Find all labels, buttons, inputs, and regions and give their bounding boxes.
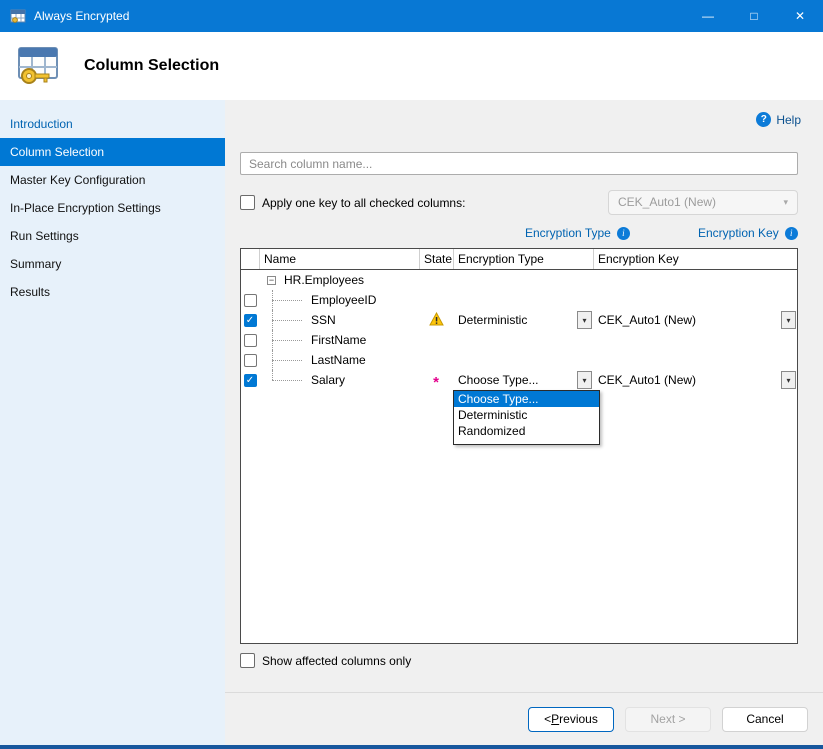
grid-header-row: Name State Encryption Type Encryption Ke… bbox=[241, 249, 797, 270]
column-row-firstname[interactable]: FirstName bbox=[241, 330, 797, 350]
show-affected-row: Show affected columns only bbox=[240, 653, 411, 668]
apply-one-key-checkbox[interactable] bbox=[240, 195, 255, 210]
table-key-icon bbox=[14, 42, 62, 90]
encryption-type-dropdown-button[interactable] bbox=[577, 311, 592, 329]
always-encrypted-window: Always Encrypted — □ ✕ Column Selection bbox=[0, 0, 823, 749]
column-name: FirstName bbox=[311, 333, 366, 347]
column-row-ssn[interactable]: SSN Deterministic bbox=[241, 310, 797, 330]
table-group-row[interactable]: HR.Employees bbox=[241, 270, 797, 290]
apply-key-value: CEK_Auto1 (New) bbox=[618, 195, 716, 209]
info-icon[interactable] bbox=[617, 227, 630, 240]
close-button[interactable]: ✕ bbox=[777, 0, 823, 32]
grid-header-encryption-type: Encryption Type bbox=[453, 249, 593, 269]
column-name: Salary bbox=[311, 373, 345, 387]
wizard-body: Introduction Column Selection Master Key… bbox=[0, 100, 823, 745]
column-selection-panel: Help Apply one key to all checked column… bbox=[225, 100, 823, 745]
dropdown-option-randomized[interactable]: Randomized bbox=[454, 423, 599, 439]
column-name: SSN bbox=[311, 313, 336, 327]
sidebar-item-in-place-encryption-settings[interactable]: In-Place Encryption Settings bbox=[0, 194, 225, 222]
help-label: Help bbox=[776, 113, 801, 127]
column-checkbox[interactable] bbox=[244, 334, 257, 347]
encryption-type-dropdown-button[interactable] bbox=[577, 371, 592, 389]
encryption-key-dropdown-button[interactable] bbox=[781, 371, 796, 389]
apply-one-key-label: Apply one key to all checked columns: bbox=[262, 196, 465, 210]
grid-header-encryption-key: Encryption Key bbox=[593, 249, 797, 269]
page-title: Column Selection bbox=[84, 57, 219, 75]
apply-one-key-row: Apply one key to all checked columns: bbox=[240, 195, 465, 210]
column-checkbox[interactable] bbox=[244, 294, 257, 307]
search-column-input[interactable] bbox=[240, 152, 798, 175]
grid-header-checkbox-col bbox=[241, 249, 259, 269]
dropdown-option-deterministic[interactable]: Deterministic bbox=[454, 407, 599, 423]
encryption-type-link-label: Encryption Type bbox=[525, 226, 611, 240]
wizard-steps-sidebar: Introduction Column Selection Master Key… bbox=[0, 100, 225, 745]
info-icon[interactable] bbox=[785, 227, 798, 240]
sidebar-item-column-selection[interactable]: Column Selection bbox=[0, 138, 225, 166]
maximize-button[interactable]: □ bbox=[731, 0, 777, 32]
column-name: LastName bbox=[311, 353, 366, 367]
wizard-footer: < Previous Next > Cancel bbox=[225, 692, 823, 745]
column-row-employeeid[interactable]: EmployeeID bbox=[241, 290, 797, 310]
window-title: Always Encrypted bbox=[34, 9, 129, 23]
column-checkbox[interactable] bbox=[244, 314, 257, 327]
chevron-down-icon bbox=[783, 191, 788, 214]
dropdown-option-choose-type[interactable]: Choose Type... bbox=[454, 391, 599, 407]
encryption-key-link[interactable]: Encryption Key bbox=[698, 226, 798, 240]
column-checkbox[interactable] bbox=[244, 354, 257, 367]
cancel-button[interactable]: Cancel bbox=[722, 707, 808, 732]
show-affected-checkbox[interactable] bbox=[240, 653, 255, 668]
minimize-button[interactable]: — bbox=[685, 0, 731, 32]
sidebar-item-summary[interactable]: Summary bbox=[0, 250, 225, 278]
encryption-key-value: CEK_Auto1 (New) bbox=[598, 313, 696, 327]
encryption-type-value: Deterministic bbox=[458, 313, 527, 327]
sidebar-item-master-key-configuration[interactable]: Master Key Configuration bbox=[0, 166, 225, 194]
show-affected-label: Show affected columns only bbox=[262, 654, 411, 668]
grid-header-name: Name bbox=[259, 249, 419, 269]
encryption-key-link-label: Encryption Key bbox=[698, 226, 779, 240]
column-row-salary[interactable]: Salary * Choose Type... CEK_Auto1 (New) bbox=[241, 370, 797, 390]
grid-header-state: State bbox=[419, 249, 453, 269]
sidebar-item-introduction[interactable]: Introduction bbox=[0, 110, 225, 138]
column-name: EmployeeID bbox=[311, 293, 376, 307]
help-link[interactable]: Help bbox=[756, 112, 801, 127]
warning-icon bbox=[429, 312, 444, 329]
column-row-lastname[interactable]: LastName bbox=[241, 350, 797, 370]
app-icon bbox=[10, 8, 26, 24]
columns-grid: Name State Encryption Type Encryption Ke… bbox=[240, 248, 798, 644]
next-button[interactable]: Next > bbox=[625, 707, 711, 732]
column-checkbox[interactable] bbox=[244, 374, 257, 387]
sidebar-item-results[interactable]: Results bbox=[0, 278, 225, 306]
wizard-header: Column Selection bbox=[0, 32, 823, 100]
help-icon bbox=[756, 112, 771, 127]
encryption-key-dropdown-button[interactable] bbox=[781, 311, 796, 329]
required-icon: * bbox=[433, 378, 439, 388]
encryption-type-dropdown-list: Choose Type... Deterministic Randomized bbox=[453, 390, 600, 445]
encryption-key-value: CEK_Auto1 (New) bbox=[598, 373, 696, 387]
window-controls: — □ ✕ bbox=[685, 0, 823, 32]
previous-button[interactable]: < Previous bbox=[528, 707, 614, 732]
encryption-type-value: Choose Type... bbox=[458, 373, 539, 387]
table-name: HR.Employees bbox=[284, 273, 364, 287]
apply-key-dropdown[interactable]: CEK_Auto1 (New) bbox=[608, 190, 798, 215]
encryption-type-link[interactable]: Encryption Type bbox=[525, 226, 630, 240]
sidebar-item-run-settings[interactable]: Run Settings bbox=[0, 222, 225, 250]
title-bar: Always Encrypted — □ ✕ bbox=[0, 0, 823, 32]
tree-collapse-icon[interactable] bbox=[267, 276, 276, 285]
window-bottom-border bbox=[0, 745, 823, 749]
